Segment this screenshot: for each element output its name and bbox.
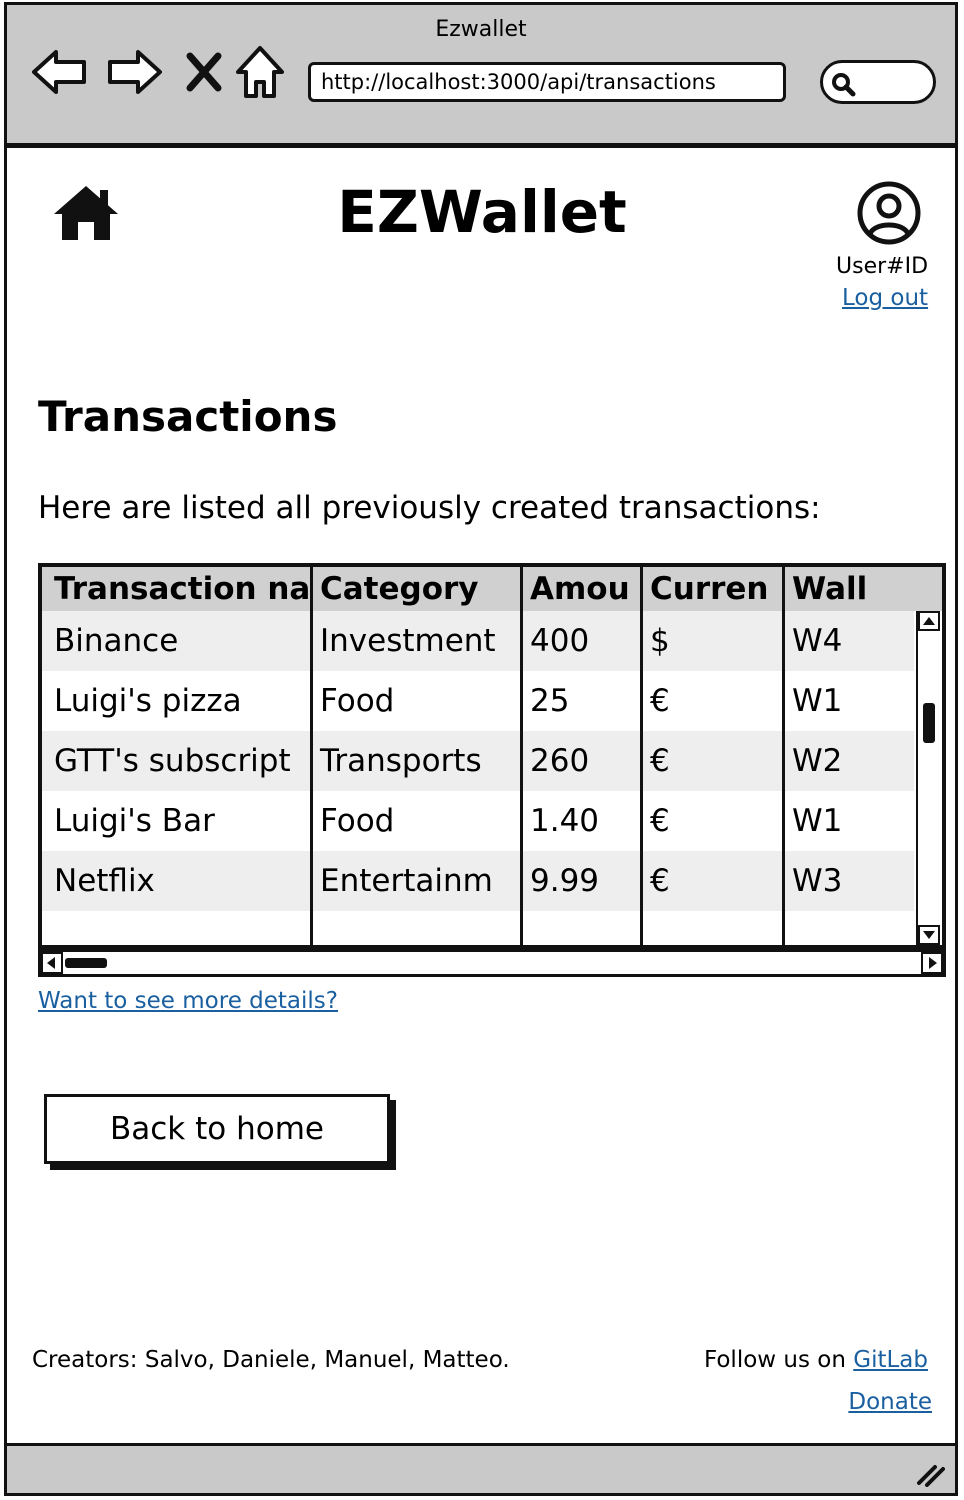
column-divider (310, 567, 313, 945)
cell-currency: $ (650, 623, 670, 659)
follow-us: Follow us on GitLab (704, 1347, 928, 1373)
cell-amount: 9.99 (530, 863, 600, 899)
creators-text: Creators: Salvo, Daniele, Manuel, Matteo… (32, 1347, 510, 1373)
cell-amount: 1.40 (530, 803, 600, 839)
window-title: Ezwallet (435, 17, 527, 42)
column-header-category[interactable]: Category (314, 569, 520, 609)
column-divider (520, 567, 523, 945)
cell-transaction-name: Netflix (54, 863, 155, 899)
donate-link[interactable]: Donate (848, 1389, 932, 1415)
cell-wallet: W2 (792, 743, 843, 779)
cell-amount: 25 (530, 683, 570, 719)
arrow-down-icon (923, 931, 935, 939)
page-title: Transactions (38, 392, 338, 441)
logout-link[interactable]: Log out (842, 285, 928, 311)
cell-currency: € (650, 683, 670, 719)
scroll-up-button[interactable] (918, 611, 940, 631)
user-icon[interactable] (856, 180, 922, 246)
horizontal-scroll-thumb[interactable] (65, 958, 107, 968)
cell-category: Investment (320, 623, 496, 659)
column-header-transaction-name[interactable]: Transaction na (48, 569, 310, 609)
transactions-table: Transaction na Category Amou Curren Wall… (38, 563, 946, 949)
cell-category: Food (320, 683, 395, 719)
cell-transaction-name: Luigi's Bar (54, 803, 215, 839)
arrow-right-icon (929, 957, 937, 969)
cell-currency: € (650, 743, 670, 779)
back-to-home-button[interactable]: Back to home (44, 1094, 390, 1164)
search-icon (832, 73, 856, 97)
arrow-left-icon (47, 957, 55, 969)
vertical-scrollbar[interactable] (916, 611, 940, 945)
more-details-link[interactable]: Want to see more details? (38, 988, 338, 1014)
cell-wallet: W1 (792, 683, 843, 719)
close-icon[interactable] (184, 50, 224, 94)
cell-amount: 400 (530, 623, 590, 659)
intro-text: Here are listed all previously created t… (38, 490, 821, 526)
horizontal-scrollbar[interactable] (38, 949, 946, 977)
browser-search-field[interactable] (820, 60, 936, 104)
cell-amount: 260 (530, 743, 590, 779)
cell-wallet: W1 (792, 803, 843, 839)
cell-category: Food (320, 803, 395, 839)
cell-category: Transports (320, 743, 482, 779)
column-header-amount[interactable]: Amou (524, 569, 640, 609)
scroll-down-button[interactable] (918, 925, 940, 945)
follow-text: Follow us on (703, 1347, 854, 1373)
cell-transaction-name: Luigi's pizza (54, 683, 242, 719)
address-bar[interactable]: http://localhost:3000/api/transactions (308, 62, 786, 102)
column-divider (782, 567, 785, 945)
column-divider (640, 567, 643, 945)
back-icon[interactable] (30, 44, 90, 100)
scroll-right-button[interactable] (921, 952, 943, 974)
arrow-up-icon (923, 617, 935, 625)
scroll-left-button[interactable] (41, 952, 63, 974)
forward-icon[interactable] (104, 44, 164, 100)
home-nav-icon[interactable] (234, 44, 286, 102)
user-id-label: User#ID (836, 254, 929, 279)
vertical-scroll-thumb[interactable] (923, 703, 935, 743)
cell-category: Entertainm (320, 863, 493, 899)
resize-grip-icon[interactable] (915, 1461, 945, 1487)
cell-wallet: W4 (792, 623, 843, 659)
toolbar-divider (4, 144, 958, 148)
column-header-currency[interactable]: Curren (644, 569, 782, 609)
cell-currency: € (650, 863, 670, 899)
table-header: Transaction na Category Amou Curren Wall (42, 567, 942, 611)
cell-currency: € (650, 803, 670, 839)
cell-transaction-name: Binance (54, 623, 179, 659)
status-bar (4, 1443, 958, 1496)
cell-transaction-name: GTT's subscript (54, 743, 291, 779)
column-header-wallet[interactable]: Wall (786, 569, 914, 609)
gitlab-link[interactable]: GitLab (853, 1347, 928, 1373)
cell-wallet: W3 (792, 863, 843, 899)
app-title: EZWallet (337, 178, 627, 246)
